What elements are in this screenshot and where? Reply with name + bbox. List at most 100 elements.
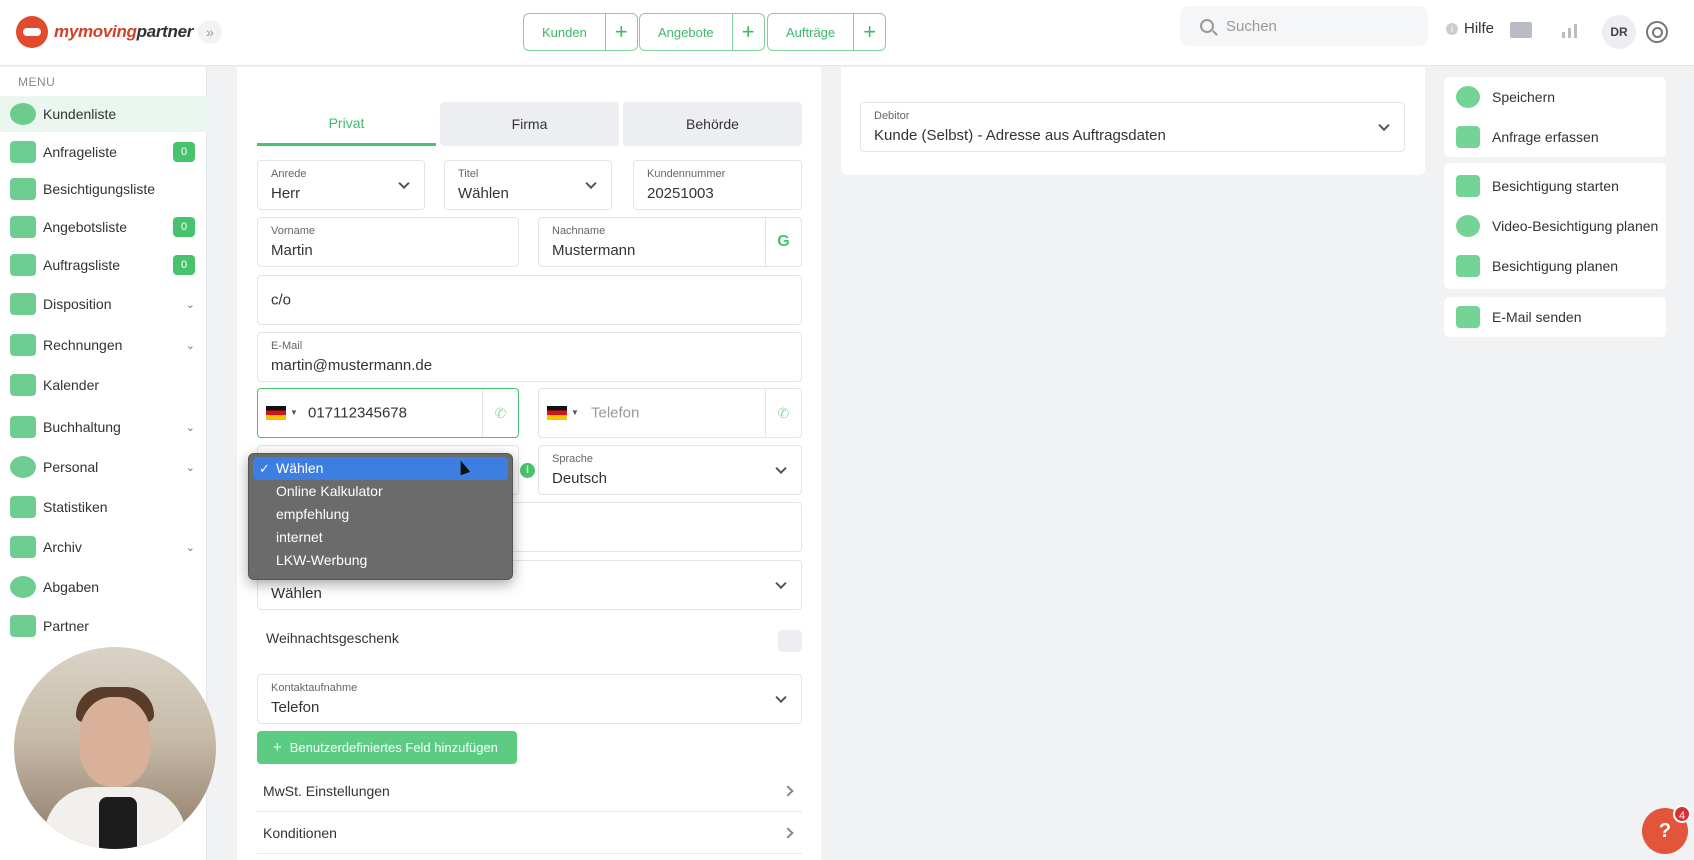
handshake-icon — [10, 615, 36, 637]
statistics-icon[interactable] — [1562, 24, 1580, 38]
brand-logo[interactable]: mymovingpartner — [16, 14, 193, 50]
debitor-select[interactable]: Debitor Kunde (Selbst) - Adresse aus Auf… — [860, 102, 1405, 152]
chevron-down-icon — [775, 577, 787, 590]
search-input[interactable]: Suchen — [1180, 6, 1428, 46]
action-group-save: Speichern Anfrage erfassen — [1444, 77, 1666, 157]
nav-auftraege-button[interactable]: Aufträge — [768, 14, 853, 50]
sidebar-item-statistiken[interactable]: Statistiken — [0, 489, 207, 525]
chevron-right-icon — [782, 826, 794, 839]
add-custom-field-button[interactable]: + Benutzerdefiniertes Feld hinzufügen — [257, 731, 517, 764]
chevron-right-icon — [782, 784, 794, 797]
chevron-down-icon: ⌄ — [185, 339, 195, 352]
add-auftrag-icon[interactable]: + — [853, 14, 885, 50]
gender-detect-button[interactable]: G — [765, 218, 801, 266]
send-email-button[interactable]: E-Mail senden — [1444, 297, 1666, 337]
checkmark-icon: ✓ — [259, 461, 270, 476]
phone-call-icon[interactable]: ✆ — [482, 389, 518, 437]
sidebar-item-rechnungen[interactable]: Rechnungen ⌄ — [0, 327, 207, 363]
sidebar-item-kalender[interactable]: Kalender — [0, 367, 207, 403]
calendar-icon — [10, 374, 36, 396]
titel-select[interactable]: Titel Wählen — [444, 160, 612, 210]
nav-group-auftraege: Aufträge + — [767, 13, 887, 51]
gear-icon[interactable] — [1646, 21, 1668, 43]
sidebar-item-auftragsliste[interactable]: Auftragsliste 0 — [0, 247, 207, 283]
inbox-icon — [10, 141, 36, 163]
sidebar-item-buchhaltung[interactable]: Buchhaltung ⌄ — [0, 409, 207, 445]
add-angebot-icon[interactable]: + — [731, 14, 764, 50]
caret-down-icon: ▼ — [290, 408, 298, 417]
nav-angebote-button[interactable]: Angebote — [640, 14, 732, 50]
money-icon — [10, 334, 36, 356]
anrede-select[interactable]: Anrede Herr — [257, 160, 425, 210]
tab-firma[interactable]: Firma — [440, 102, 619, 146]
sidebar-item-personal[interactable]: Personal ⌄ — [0, 449, 207, 485]
weihnachtsgeschenk-label: Weihnachtsgeschenk — [266, 630, 399, 646]
chevron-down-icon — [585, 177, 597, 190]
dropdown-option[interactable]: internet — [253, 526, 508, 549]
user-avatar[interactable]: DR — [1602, 15, 1636, 49]
inbox-icon — [1456, 126, 1480, 148]
nachname-field[interactable]: Nachname Mustermann G — [538, 217, 802, 267]
sidebar-item-angebotsliste[interactable]: Angebotsliste 0 — [0, 209, 207, 245]
action-group-inspection: Besichtigung starten Video-Besichtigung … — [1444, 163, 1666, 289]
sidebar-item-abgaben[interactable]: Abgaben — [0, 569, 207, 605]
expand-sidebar-icon[interactable]: » — [198, 20, 222, 44]
dropdown-option[interactable]: LKW-Werbung — [253, 549, 508, 572]
vorname-field[interactable]: Vorname Martin — [257, 217, 519, 267]
sidebar-item-besichtigungsliste[interactable]: Besichtigungsliste — [0, 171, 207, 207]
info-icon[interactable]: i — [520, 463, 535, 478]
chevron-down-icon: ⌄ — [185, 541, 195, 554]
telefon-field[interactable]: ▼ Telefon ✆ — [538, 388, 802, 438]
weihnachtsgeschenk-toggle[interactable] — [778, 630, 802, 652]
mwst-settings-row[interactable]: MwSt. Einstellungen — [257, 770, 802, 812]
germany-flag-icon[interactable] — [266, 406, 286, 420]
save-button[interactable]: Speichern — [1444, 77, 1666, 117]
dropdown-option[interactable]: Online Kalkulator — [253, 480, 508, 503]
add-kunde-icon[interactable]: + — [604, 14, 637, 50]
kundennummer-field[interactable]: Kundennummer 20251003 — [633, 160, 802, 210]
sidebar-item-partner[interactable]: Partner — [0, 608, 207, 644]
nav-group-kunden: Kunden + — [523, 13, 638, 51]
chevron-down-icon: ⌄ — [185, 421, 195, 434]
nav-kunden-button[interactable]: Kunden — [524, 14, 605, 50]
tab-behoerde[interactable]: Behörde — [623, 102, 802, 146]
source-dropdown-menu: ✓ Wählen Online Kalkulator empfehlung int… — [248, 453, 513, 580]
dropdown-option[interactable]: empfehlung — [253, 503, 508, 526]
plan-inspection-button[interactable]: Besichtigung planen — [1444, 246, 1666, 286]
calculator-icon — [10, 416, 36, 438]
phone-call-icon[interactable]: ✆ — [765, 389, 801, 437]
mail-icon — [1456, 306, 1480, 328]
check-circle-icon — [1456, 86, 1480, 108]
kontaktaufnahme-select[interactable]: Kontaktaufnahme Telefon — [257, 674, 802, 724]
person-icon — [10, 456, 36, 478]
sprache-select[interactable]: Sprache Deutsch — [538, 445, 802, 495]
tab-privat[interactable]: Privat — [257, 102, 436, 146]
co-field[interactable]: c/o — [257, 275, 802, 325]
email-field[interactable]: E-Mail martin@mustermann.de — [257, 332, 802, 382]
house-icon — [1456, 175, 1480, 197]
count-badge: 0 — [173, 217, 195, 237]
dropdown-option[interactable]: ✓ Wählen — [253, 457, 508, 480]
plan-video-inspection-button[interactable]: Video-Besichtigung planen — [1444, 206, 1666, 246]
nav-group-angebote: Angebote + — [639, 13, 765, 51]
sidebar-item-archiv[interactable]: Archiv ⌄ — [0, 529, 207, 565]
gantt-icon — [10, 293, 36, 315]
mobile-phone-field[interactable]: ▼ 017112345678 ✆ — [257, 388, 519, 438]
info-icon: i — [1446, 22, 1458, 35]
sidebar-item-disposition[interactable]: Disposition ⌄ — [0, 286, 207, 322]
contract-icon — [10, 254, 36, 276]
konditionen-row[interactable]: Konditionen — [257, 812, 802, 854]
house-icon — [10, 178, 36, 200]
start-inspection-button[interactable]: Besichtigung starten — [1444, 166, 1666, 206]
germany-flag-icon[interactable] — [547, 406, 567, 420]
statistics-icon — [10, 496, 36, 518]
mail-icon[interactable] — [1510, 22, 1532, 38]
help-button[interactable]: i Hilfe — [1446, 20, 1494, 37]
caret-down-icon: ▼ — [571, 408, 579, 417]
sidebar-item-kundenliste[interactable]: Kundenliste — [0, 96, 207, 132]
create-request-button[interactable]: Anfrage erfassen — [1444, 117, 1666, 157]
sidebar-item-anfrageliste[interactable]: Anfrageliste 0 — [0, 134, 207, 170]
chevron-down-icon: ⌄ — [185, 298, 195, 311]
webcam-overlay — [14, 647, 216, 849]
count-badge: 0 — [173, 142, 195, 162]
